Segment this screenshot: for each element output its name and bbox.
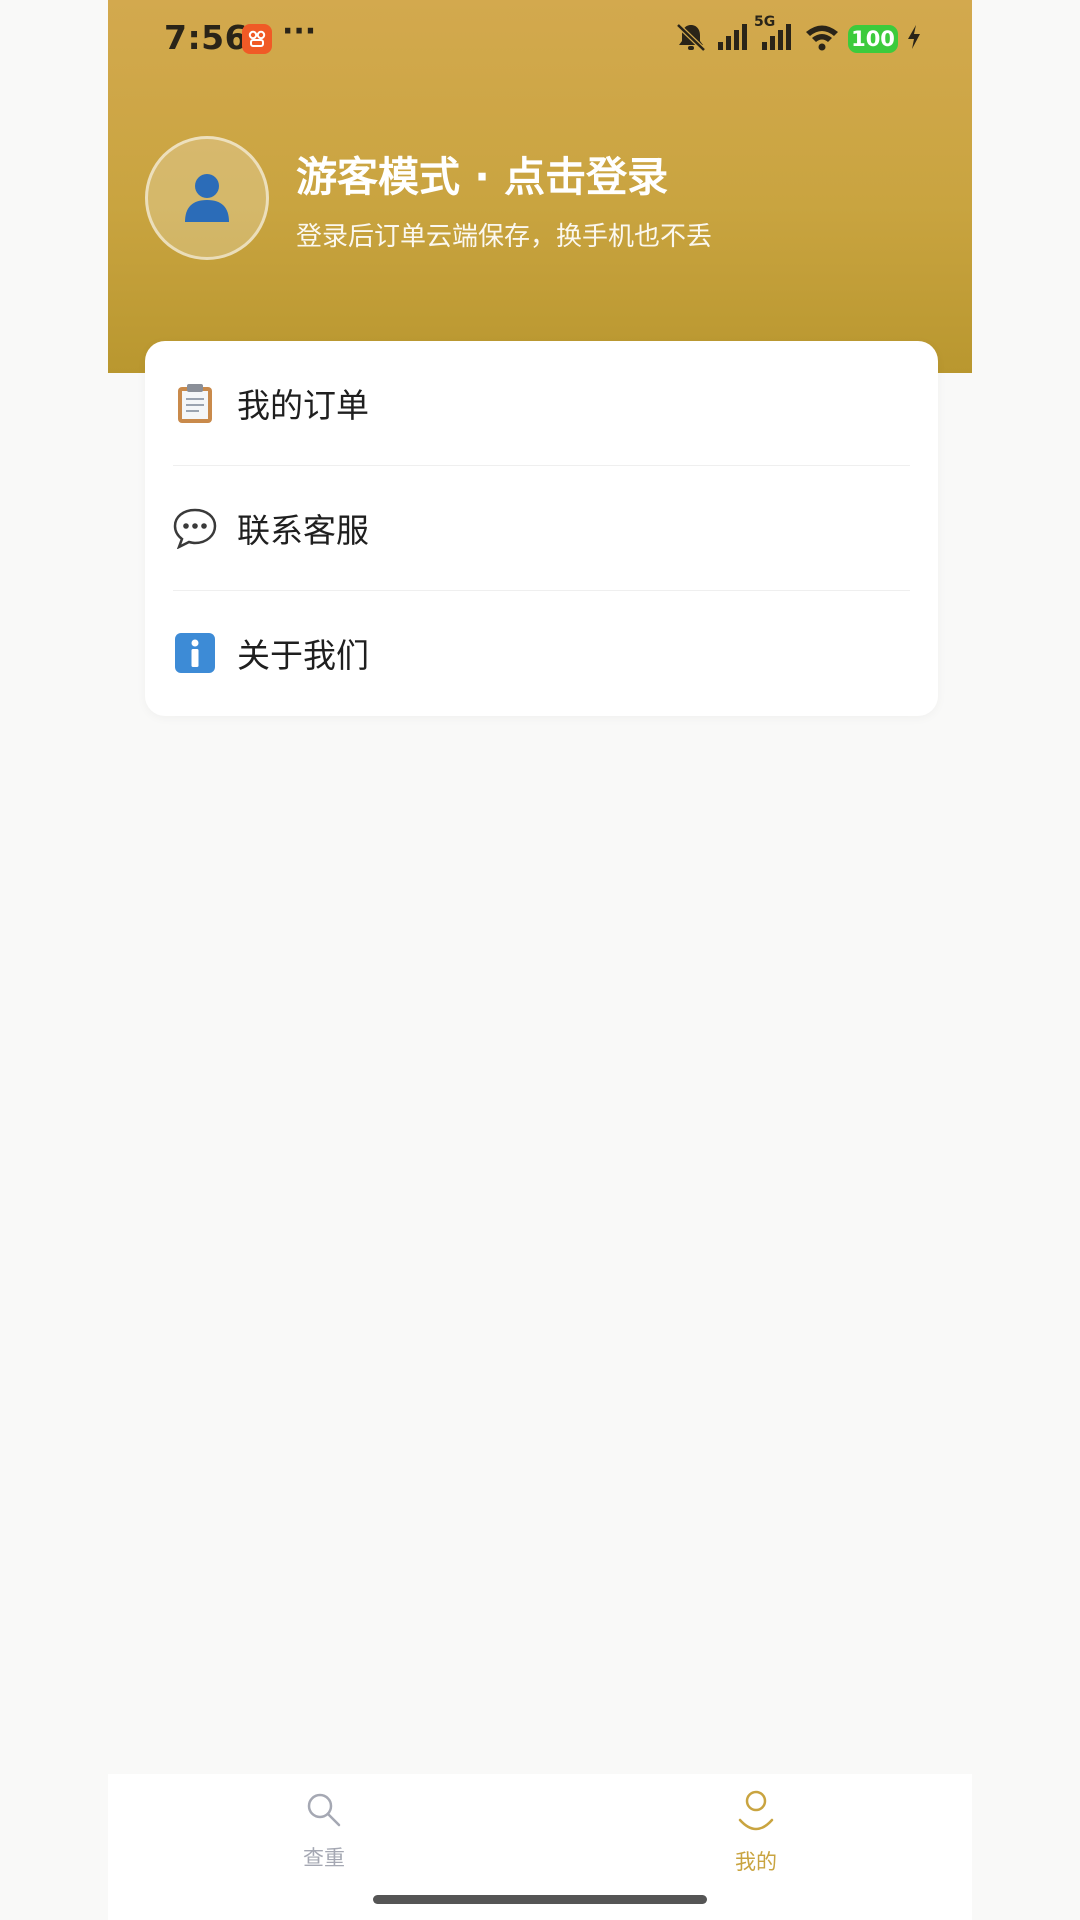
home-indicator[interactable] (373, 1895, 707, 1904)
tab-profile[interactable]: 我的 (696, 1790, 816, 1876)
avatar[interactable] (145, 136, 269, 260)
menu-item-label: 联系客服 (237, 511, 369, 550)
menu-item-label: 我的订单 (237, 386, 369, 425)
more-notifications-icon: ··· (282, 14, 317, 49)
menu-item-label: 关于我们 (237, 636, 369, 675)
login-prompt-title[interactable]: 游客模式 · 点击登录 (296, 143, 668, 203)
speech-bubble-icon (173, 506, 217, 550)
app-notification-icon (242, 24, 272, 54)
profile-page: 7:56 ··· 5G 100 游客模式 · 点击登录 登录后订单云端保存，换手… (108, 0, 972, 1920)
menu-item-about-us[interactable]: 关于我们 (145, 591, 938, 715)
battery-indicator: 100 (848, 25, 898, 53)
user-silhouette-icon (179, 168, 235, 228)
tab-check[interactable]: 查重 (264, 1790, 384, 1872)
clipboard-icon (173, 381, 217, 425)
signal-icon (716, 22, 752, 56)
tab-label: 我的 (735, 1850, 777, 1874)
profile-icon (736, 1790, 776, 1838)
signal-5g-icon: 5G (754, 14, 796, 56)
tab-label: 查重 (303, 1846, 345, 1870)
mute-bell-icon (674, 22, 708, 56)
menu-card: 我的订单 联系客服 关于我们 (145, 341, 938, 716)
menu-item-orders[interactable]: 我的订单 (145, 341, 938, 465)
wifi-icon (804, 22, 840, 56)
info-icon (173, 631, 217, 675)
status-icons: 5G 100 (674, 14, 922, 56)
charging-icon (906, 24, 922, 54)
menu-item-customer-service[interactable]: 联系客服 (145, 466, 938, 590)
search-icon (304, 1793, 344, 1834)
status-time: 7:56 (164, 18, 249, 57)
network-type-label: 5G (754, 14, 776, 30)
login-prompt-subtitle: 登录后订单云端保存，换手机也不丢 (296, 222, 713, 252)
status-bar: 7:56 ··· 5G 100 (108, 0, 972, 80)
